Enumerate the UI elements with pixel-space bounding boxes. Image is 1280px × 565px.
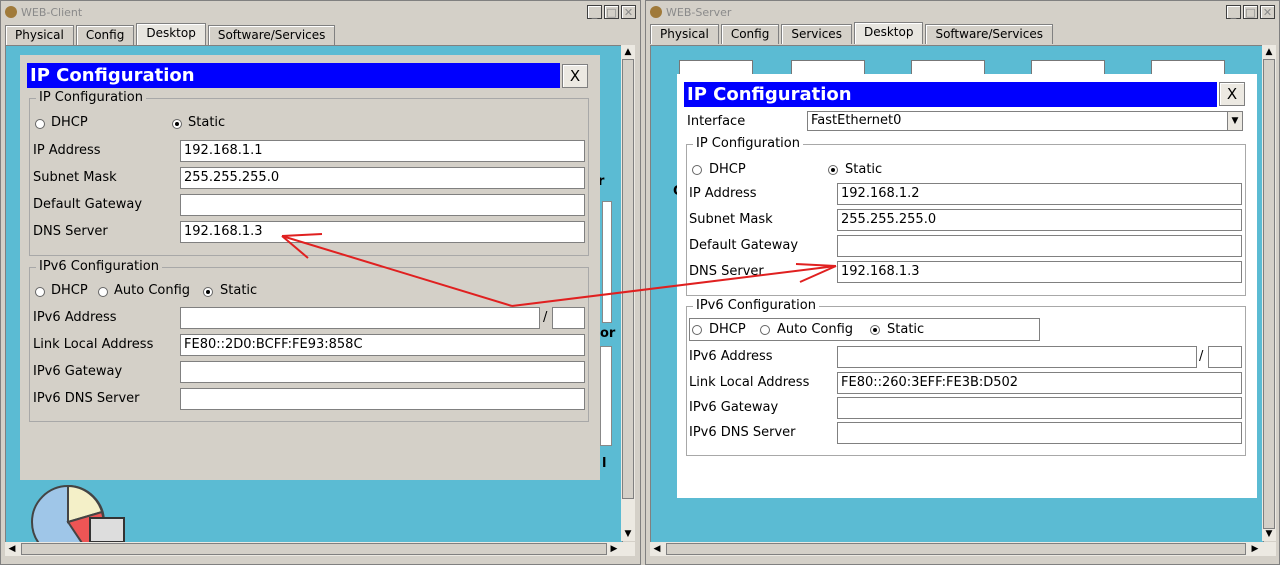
arrow-to-server-dns bbox=[511, 265, 837, 307]
annotation-arrows bbox=[281, 233, 837, 307]
arrowhead-icon bbox=[795, 263, 837, 283]
arrow-to-client-dns bbox=[281, 235, 513, 307]
